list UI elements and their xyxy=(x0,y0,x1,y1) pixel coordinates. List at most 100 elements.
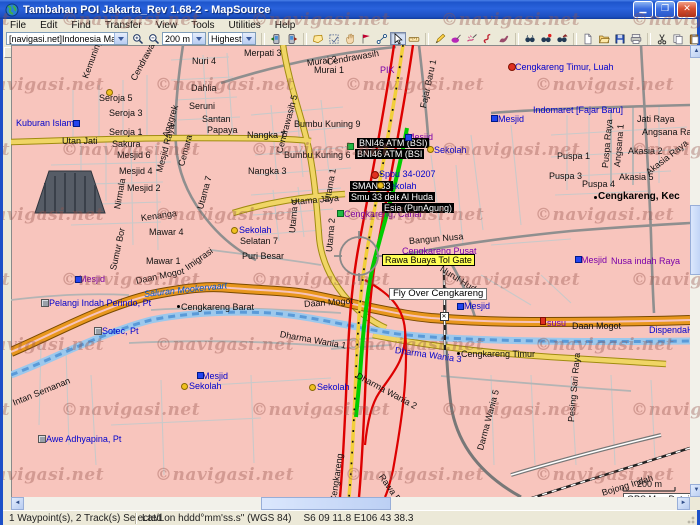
find-nearest-button[interactable] xyxy=(538,32,554,45)
status-selection: 1 Waypoint(s), 2 Track(s) Selected xyxy=(3,513,135,524)
copy-button[interactable] xyxy=(670,32,686,45)
edit-waypoints-button[interactable] xyxy=(432,32,448,45)
minimize-button[interactable]: ▁ xyxy=(633,1,653,18)
selection-tool-button[interactable] xyxy=(390,32,406,45)
status-position: S6 09 11.8 E106 43 38.3 xyxy=(298,513,420,524)
poi-red-icon xyxy=(371,171,379,179)
waypoint-label: Esia (PunAgung) xyxy=(382,203,454,213)
save-icon xyxy=(614,33,626,45)
map-label: Puspa 3 xyxy=(549,171,582,181)
menu-utilities[interactable]: Utilities xyxy=(222,19,268,32)
map-viewport[interactable]: DahliaNuri 4SeruniSantanPapayaSeroja 5Se… xyxy=(11,45,690,497)
menu-view[interactable]: View xyxy=(149,19,185,32)
map-label: Nangka 7 xyxy=(247,130,286,140)
toolbar-separator xyxy=(515,33,519,45)
detail-select[interactable]: Highest xyxy=(208,32,256,45)
find-nearest-icon xyxy=(540,33,552,45)
vertical-scrollbar[interactable]: ▲ ▼ xyxy=(690,45,700,497)
poi-sq-icon xyxy=(457,303,464,310)
chevron-down-icon[interactable] xyxy=(114,33,127,44)
menu-file[interactable]: File xyxy=(3,19,33,32)
find-places-button[interactable] xyxy=(522,32,538,45)
restore-button[interactable]: ❐ xyxy=(655,1,675,18)
zoom-in-icon xyxy=(132,33,144,45)
chevron-down-icon[interactable] xyxy=(192,33,205,44)
menu-edit[interactable]: Edit xyxy=(33,19,64,32)
map-label: Angsana Raya xyxy=(642,127,690,137)
send-to-device-button[interactable] xyxy=(268,32,284,45)
divide-track-button[interactable] xyxy=(480,32,496,45)
poi-bld-icon xyxy=(38,435,46,443)
resize-grip[interactable] xyxy=(684,513,696,525)
zoom-out-button[interactable] xyxy=(146,32,162,45)
follow-roads-button[interactable] xyxy=(496,32,512,45)
horizontal-scrollbar[interactable]: ◄ ► xyxy=(11,497,690,510)
map-label: Nangka 3 xyxy=(248,166,287,176)
toolbar-separator xyxy=(647,33,651,45)
map-label: Sotec, Pt xyxy=(102,326,139,336)
map-label: Puspa 4 xyxy=(582,179,615,189)
receive-from-device-button[interactable] xyxy=(284,32,300,45)
route-tool-icon xyxy=(376,33,388,45)
title-bar: Tambahan POI Jakarta_Rev 1.68-2 - MapSou… xyxy=(0,0,700,19)
edit-tracks-button[interactable] xyxy=(464,32,480,45)
map-label: Sekolah xyxy=(317,382,350,392)
map-label: Spbu 34-0207 xyxy=(379,169,436,179)
vertical-scroll-thumb[interactable] xyxy=(690,205,700,275)
map-label: susu xyxy=(547,318,566,328)
print-icon xyxy=(630,33,642,45)
product-select[interactable]: [navigasi.net]Indonesia Map v1.68 NT (fr… xyxy=(6,32,128,45)
scroll-left-button[interactable]: ◄ xyxy=(11,497,24,510)
map-tool-button[interactable] xyxy=(310,32,326,45)
poi-dot-icon xyxy=(427,146,434,153)
edit-routes-button[interactable] xyxy=(448,32,464,45)
zoom-in-button[interactable] xyxy=(130,32,146,45)
map-label: Seroja 5 xyxy=(99,93,133,103)
measure-tool-button[interactable] xyxy=(406,32,422,45)
divide-track-icon xyxy=(482,33,494,45)
scrollbar-corner xyxy=(690,497,700,510)
paste-button[interactable] xyxy=(686,32,700,45)
close-button[interactable]: ✕ xyxy=(677,1,697,18)
scale-select[interactable]: 200 m xyxy=(162,32,206,45)
poi-bld-icon xyxy=(94,327,102,335)
product-select-value: [navigasi.net]Indonesia Map v1.68 NT (fr… xyxy=(7,34,114,44)
waypoint-label[interactable]: Rawa Buaya Tol Gate xyxy=(382,254,475,266)
new-button[interactable] xyxy=(580,32,596,45)
edit-waypoints-icon xyxy=(434,33,446,45)
menu-help[interactable]: Help xyxy=(268,19,303,32)
map-label: Seruni xyxy=(189,101,215,111)
open-button[interactable] xyxy=(596,32,612,45)
menu-find[interactable]: Find xyxy=(64,19,97,32)
map-label: Bumbu Kuning 9 xyxy=(294,119,361,129)
menu-transfer[interactable]: Transfer xyxy=(98,19,149,32)
toolbar-separator xyxy=(261,33,265,45)
recently-found-button[interactable] xyxy=(554,32,570,45)
save-button[interactable] xyxy=(612,32,628,45)
waypoint-label: BNI46 ATM (BSI xyxy=(355,149,424,159)
map-label: Akasia 2 xyxy=(628,146,663,156)
horizontal-scroll-thumb[interactable] xyxy=(261,497,391,510)
waypoint-label: SMAN 33 xyxy=(350,181,393,191)
poi-grn-icon xyxy=(347,143,354,150)
cut-icon xyxy=(656,33,668,45)
waypoint-tool-button[interactable] xyxy=(358,32,374,45)
lasso-tool-button[interactable] xyxy=(326,32,342,45)
scroll-up-button[interactable]: ▲ xyxy=(690,45,700,58)
poi-sq-icon xyxy=(73,120,80,127)
scroll-right-button[interactable]: ► xyxy=(677,497,690,510)
map-label: Mesjid xyxy=(464,301,490,311)
menu-tools[interactable]: Tools xyxy=(184,19,221,32)
poi-dot-icon xyxy=(377,182,384,189)
pan-tool-button[interactable] xyxy=(342,32,358,45)
status-position-format: Lat/Lon hddd°mm'ss.s" (WGS 84) xyxy=(136,513,298,524)
map-label: Mesjid xyxy=(79,274,105,284)
map-label: Cengkareng Timur, Luah xyxy=(515,62,614,72)
cut-button[interactable] xyxy=(654,32,670,45)
print-button[interactable] xyxy=(628,32,644,45)
find-places-icon xyxy=(524,33,536,45)
chevron-down-icon[interactable] xyxy=(242,33,255,44)
map-label: DispendaHalim xyxy=(649,325,690,335)
scroll-down-button[interactable]: ▼ xyxy=(690,484,700,497)
route-tool-button[interactable] xyxy=(374,32,390,45)
